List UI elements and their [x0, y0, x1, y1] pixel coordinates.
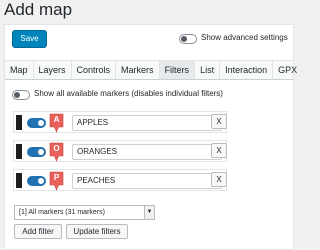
toggle-switch[interactable] — [179, 34, 197, 44]
select-value: [1] All markers (31 markers) — [19, 209, 105, 216]
filter-row: P PEACHES — [13, 169, 227, 191]
marker-letter: O — [53, 144, 60, 153]
map-settings-panel: Save Show advanced settings Map Layers C… — [4, 24, 297, 250]
drag-handle-icon[interactable] — [16, 144, 22, 159]
tab-layers[interactable]: Layers — [34, 61, 72, 79]
advanced-settings-label: Show advanced settings — [201, 33, 288, 42]
tab-list[interactable]: List — [195, 61, 221, 79]
drag-handle-icon[interactable] — [16, 115, 22, 130]
filter-name-field[interactable]: PEACHES — [72, 173, 222, 189]
save-button[interactable]: Save — [12, 30, 47, 48]
tab-map[interactable]: Map — [5, 61, 34, 79]
page-title: Add map — [4, 0, 73, 19]
toolbar: Save Show advanced settings — [5, 25, 293, 55]
marker-pin-icon[interactable]: P — [49, 171, 64, 191]
drag-handle-icon[interactable] — [16, 173, 22, 188]
toggle-knob — [181, 36, 187, 42]
marker-group-select[interactable]: [1] All markers (31 markers) ▼ — [14, 205, 155, 220]
tab-gpx[interactable]: GPX — [273, 61, 302, 79]
filter-row: A APPLES — [13, 111, 227, 133]
marker-pin-icon[interactable]: A — [49, 113, 64, 133]
tab-markers[interactable]: Markers — [116, 61, 160, 79]
remove-filter-button[interactable]: X — [211, 172, 227, 187]
remove-filter-button[interactable]: X — [211, 143, 227, 158]
filter-name-field[interactable]: ORANGES — [72, 144, 222, 160]
filter-toggle[interactable] — [27, 147, 46, 157]
add-filter-button[interactable]: Add filter — [14, 224, 62, 239]
tab-interaction[interactable]: Interaction — [220, 61, 274, 79]
remove-filter-button[interactable]: X — [211, 114, 227, 129]
toggle-knob — [38, 178, 44, 184]
tab-controls[interactable]: Controls — [72, 61, 117, 79]
chevron-down-icon[interactable]: ▼ — [144, 206, 154, 219]
marker-letter: P — [53, 173, 60, 182]
tab-filters[interactable]: Filters — [159, 61, 196, 79]
filter-row: O ORANGES — [13, 140, 227, 162]
toggle-knob — [38, 149, 44, 155]
marker-letter: A — [53, 115, 60, 124]
toggle-switch[interactable] — [12, 90, 30, 100]
filter-toggle[interactable] — [27, 118, 46, 128]
update-filters-button[interactable]: Update filters — [66, 224, 128, 239]
show-all-markers-toggle[interactable]: Show all available markers (disables ind… — [12, 89, 292, 101]
tab-bar: Map Layers Controls Markers Filters List… — [5, 60, 297, 80]
filter-name-field[interactable]: APPLES — [72, 115, 222, 131]
toggle-knob — [14, 92, 20, 98]
toggle-knob — [38, 120, 44, 126]
show-all-markers-label: Show all available markers (disables ind… — [34, 89, 223, 98]
marker-pin-icon[interactable]: O — [49, 142, 64, 162]
filter-toggle[interactable] — [27, 176, 46, 186]
